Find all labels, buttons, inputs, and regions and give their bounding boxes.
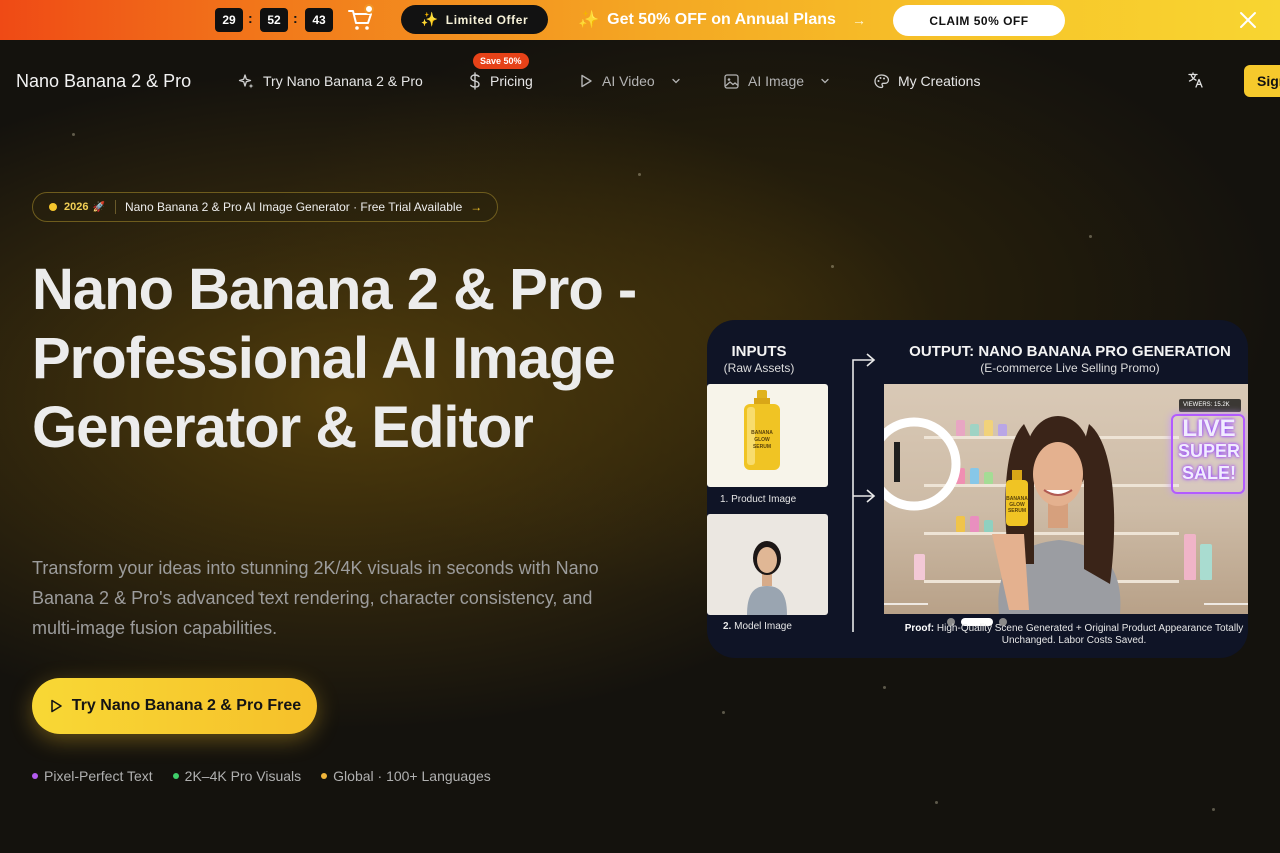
star-dot: [1089, 235, 1092, 238]
star-dot: [1212, 808, 1215, 811]
nav-item-my-creations[interactable]: My Creations: [873, 71, 980, 91]
svg-text:GLOW: GLOW: [754, 437, 770, 443]
nav-item-label: AI Image: [748, 73, 805, 89]
translate-icon[interactable]: [1187, 71, 1205, 89]
inputs-title: INPUTS: [731, 343, 787, 360]
output-title: OUTPUT: NANO BANANA PRO GENERATION: [909, 343, 1231, 360]
badge-text: Nano Banana 2 & Pro AI Image Generator ·…: [124, 200, 463, 214]
limited-offer-label: Limited Offer: [445, 12, 529, 27]
proof-caption: Proof: High-Quality Scene Generated + Or…: [899, 623, 1248, 647]
feature-label: 2K–4K Pro Visuals: [184, 768, 302, 784]
model-image: [707, 514, 828, 615]
announcement-badge[interactable]: 2026 🚀 Nano Banana 2 & Pro AI Image Gene…: [32, 192, 498, 222]
promo-headline[interactable]: ✨ Get 50% OFF on Annual Plans →: [578, 9, 866, 31]
svg-text:SERUM: SERUM: [753, 444, 771, 450]
model-caption-label: Model Image: [734, 621, 792, 632]
nav-item-label: My Creations: [898, 73, 981, 89]
proof-label: Proof:: [904, 623, 935, 634]
feature-label: Pixel-Perfect Text: [44, 768, 153, 784]
feature-item: 2K–4K Pro Visuals: [172, 768, 302, 784]
feature-dot: [321, 773, 328, 779]
flow-arrows: [852, 353, 876, 632]
showcase-carousel[interactable]: INPUTS (Raw Assets) OUTPUT: NANO BANANA …: [707, 320, 1248, 658]
sparkle-icon: ✨: [420, 11, 439, 27]
live-sale-text: LIVE SUPER SALE!: [1175, 415, 1243, 484]
nav-item-pricing[interactable]: Pricing: [468, 71, 533, 91]
play-icon: [581, 74, 592, 88]
star-dot: [935, 801, 938, 804]
output-image: BANANA GLOW SERUM VIEWERS: 15.2K LIVE SU…: [884, 384, 1248, 614]
countdown-hours: 29: [215, 8, 243, 32]
feature-item: Pixel-Perfect Text: [32, 768, 153, 784]
divider: [114, 200, 116, 214]
star-dot: [831, 265, 834, 268]
serum-bottle-image: BANANA GLOW SERUM: [744, 390, 780, 470]
nav-item-label: Pricing: [490, 73, 533, 89]
product-caption: 1. Product Image: [720, 494, 797, 505]
palette-icon: [874, 73, 890, 88]
image-icon: [724, 73, 739, 89]
arrow-right-icon: →: [851, 12, 866, 28]
star-dot: [638, 173, 641, 176]
cta-label: Try Nano Banana 2 & Pro Free: [71, 697, 302, 714]
viewers-counter: VIEWERS: 15.2K: [1179, 399, 1241, 412]
feature-label: Global · 100+ Languages: [333, 768, 491, 784]
product-image: BANANA GLOW SERUM: [707, 384, 828, 487]
rocket-icon: 🚀: [92, 201, 105, 213]
model-photo: [747, 541, 787, 615]
promo-headline-text: Get 50% OFF on Annual Plans: [607, 11, 836, 28]
hero-title: Nano Banana 2 & Pro - Professional AI Im…: [32, 257, 637, 460]
star-dot: [722, 711, 725, 714]
hero-subtitle: Transform your ideas into stunning 2K/4K…: [32, 558, 599, 638]
model-caption-number: 2.: [723, 621, 732, 632]
claim-offer-button[interactable]: CLAIM 50% OFF: [893, 5, 1065, 36]
chevron-down-icon: [672, 78, 680, 84]
dollar-icon: [470, 72, 480, 90]
top-navigation: Nano Banana 2 & Pro Try Nano Banana 2 & …: [0, 40, 1280, 122]
svg-text:BANANA: BANANA: [751, 430, 773, 436]
countdown-separator: :: [293, 10, 298, 26]
inputs-subtitle: (Raw Assets): [723, 361, 795, 375]
play-icon: [50, 699, 62, 713]
promo-bar: 29 : 52 : 43 ✨ Limited Offer ✨ Get 50% O…: [0, 0, 1280, 40]
countdown-seconds: 43: [305, 8, 333, 32]
star-dot: [883, 686, 886, 689]
feature-item: Global · 100+ Languages: [321, 768, 491, 784]
nav-item-try[interactable]: Try Nano Banana 2 & Pro: [238, 71, 423, 91]
countdown-separator: :: [248, 10, 253, 26]
svg-text:SERUM: SERUM: [1008, 508, 1026, 514]
status-dot: [49, 203, 57, 211]
sparkles-icon: [238, 73, 254, 88]
live-sign-line: SALE!: [1182, 463, 1236, 483]
feature-dot: [32, 773, 38, 779]
badge-year: 2026: [64, 201, 89, 213]
save-badge: Save 50%: [473, 53, 529, 69]
nav-item-label: Try Nano Banana 2 & Pro: [263, 73, 423, 89]
model-caption: 2. Model Image: [723, 621, 792, 632]
nav-item-label: AI Video: [602, 73, 655, 89]
feature-list: Pixel-Perfect Text 2K–4K Pro Visuals Glo…: [32, 768, 491, 784]
star-dot: [72, 133, 75, 136]
chevron-down-icon: [821, 78, 829, 84]
cart-notification-dot: [364, 4, 374, 14]
try-free-button[interactable]: Try Nano Banana 2 & Pro Free: [32, 678, 317, 734]
sparkle-icon: ✨: [578, 10, 600, 29]
arrow-right-icon: →: [470, 200, 483, 214]
proof-text: High-Quality Scene Generated + Original …: [936, 623, 1244, 646]
live-sign-line: SUPER: [1177, 441, 1240, 461]
live-sign-line: LIVE: [1182, 415, 1236, 442]
nav-item-ai-video[interactable]: AI Video: [578, 71, 681, 91]
countdown-minutes: 52: [260, 8, 288, 32]
nav-item-ai-image[interactable]: AI Image: [723, 71, 830, 91]
output-subtitle: (E-commerce Live Selling Promo): [980, 361, 1160, 375]
limited-offer-pill: ✨ Limited Offer: [401, 5, 548, 34]
feature-dot: [172, 773, 179, 779]
brand-logo-text[interactable]: Nano Banana 2 & Pro: [16, 71, 191, 92]
close-icon[interactable]: [1238, 10, 1258, 30]
sign-in-button[interactable]: Sign in: [1244, 65, 1280, 97]
